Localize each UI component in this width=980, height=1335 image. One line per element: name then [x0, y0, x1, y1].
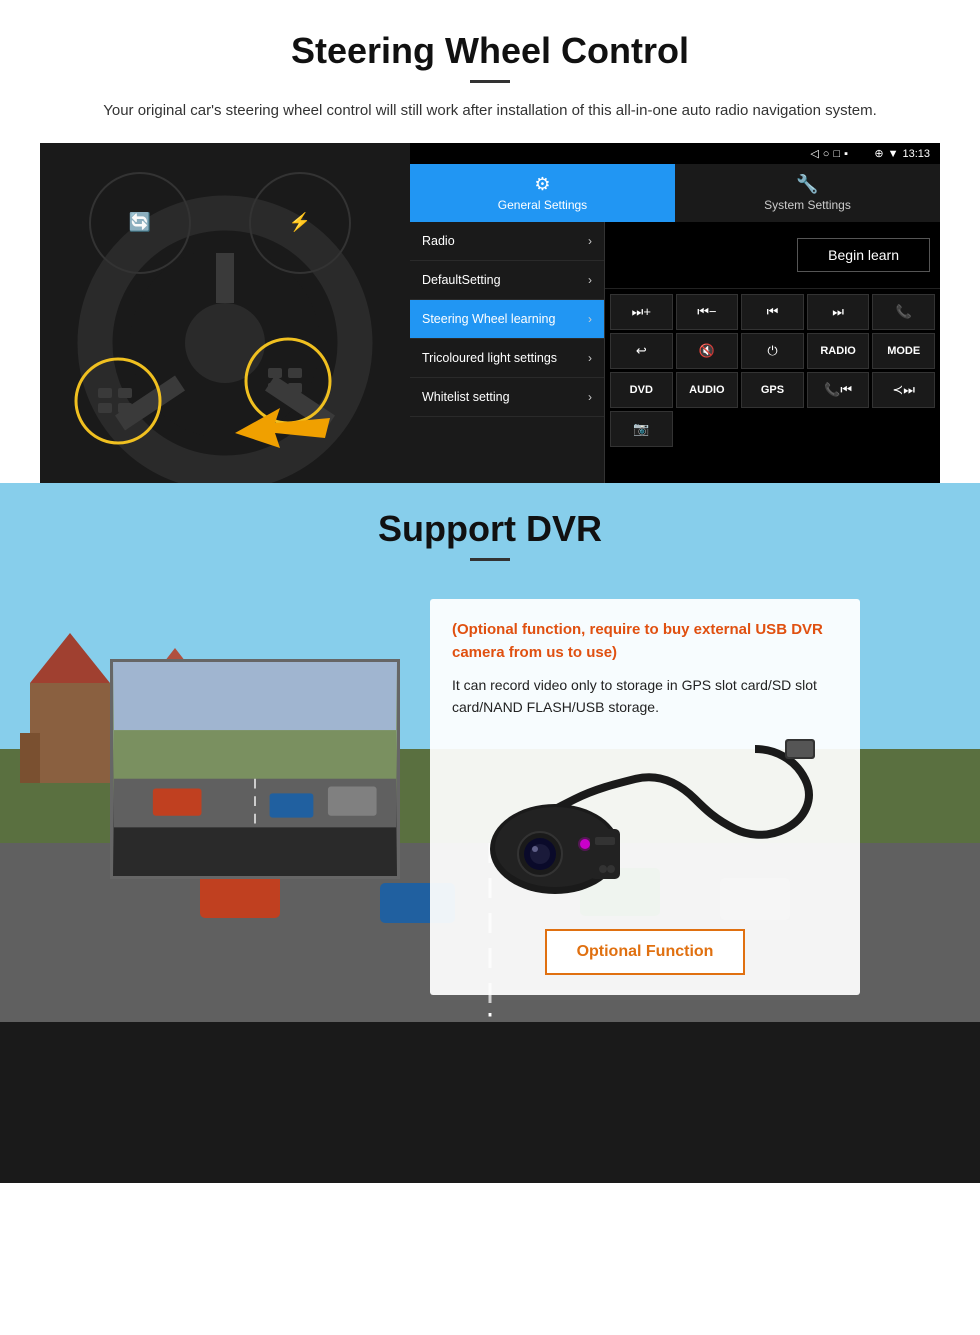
svg-text:⚡: ⚡ — [289, 211, 311, 233]
ctrl-btn-call[interactable]: 📞 — [872, 294, 935, 330]
menu-item-steering-wheel[interactable]: Steering Wheel learning › — [410, 300, 604, 339]
dvr-description-text: It can record video only to storage in G… — [452, 674, 838, 719]
menu-whitelist-label: Whitelist setting — [422, 390, 510, 404]
optional-function-button[interactable]: Optional Function — [545, 929, 746, 975]
dvr-title: Support DVR — [378, 508, 602, 550]
tab-system-label: System Settings — [764, 198, 851, 212]
menu-nav-icon[interactable]: ▪ — [844, 148, 848, 160]
dvr-divider — [470, 558, 510, 561]
time-display: 13:13 — [902, 148, 930, 160]
android-ui-mockup: 🔄 ⚡ ◁ ○ □ ▪ ⊕ ▼ 13:13 — [40, 143, 940, 483]
android-content: Radio › DefaultSetting › Steering Wheel … — [410, 222, 940, 483]
status-icons: ◁ ○ □ ▪ ⊕ ▼ 13:13 — [810, 147, 930, 160]
ctrl-btn-dvd[interactable]: DVD — [610, 372, 673, 408]
chevron-icon: › — [588, 312, 592, 326]
menu-item-default-setting[interactable]: DefaultSetting › — [410, 261, 604, 300]
tab-general-settings[interactable]: ⚙ General Settings — [410, 164, 675, 222]
ctrl-btn-next-track[interactable]: ≺⏭ — [872, 372, 935, 408]
ctrl-btn-next[interactable]: ⏭ — [807, 294, 870, 330]
steering-wheel-bg: 🔄 ⚡ — [40, 143, 410, 483]
ctrl-btn-mute[interactable]: 🔇 — [676, 333, 739, 369]
ctrl-btn-gps[interactable]: GPS — [741, 372, 804, 408]
section-steering-wheel: Steering Wheel Control Your original car… — [0, 0, 980, 483]
menu-item-radio[interactable]: Radio › — [410, 222, 604, 261]
menu-item-whitelist[interactable]: Whitelist setting › — [410, 378, 604, 417]
begin-learn-row: Begin learn — [605, 222, 940, 289]
ctrl-btn-mode[interactable]: MODE — [872, 333, 935, 369]
menu-list: Radio › DefaultSetting › Steering Wheel … — [410, 222, 605, 483]
ctrl-btn-prev[interactable]: ⏮ — [741, 294, 804, 330]
chevron-icon: › — [588, 273, 592, 287]
subtitle-text: Your original car's steering wheel contr… — [60, 99, 920, 123]
back-nav-icon[interactable]: ◁ — [810, 147, 818, 160]
chevron-icon: › — [588, 390, 592, 404]
control-panel: Begin learn ⏭+ ⏮− ⏮ ⏭ 📞 ↩ 🔇 ⏻ R — [605, 222, 940, 483]
control-buttons-grid: ⏭+ ⏮− ⏮ ⏭ 📞 ↩ 🔇 ⏻ RADIO MODE DVD AUDIO — [605, 289, 940, 452]
inset-scene — [113, 662, 397, 876]
home-nav-icon[interactable]: ○ — [823, 148, 830, 160]
ctrl-btn-vol-down[interactable]: ⏮− — [676, 294, 739, 330]
ctrl-btn-extra[interactable]: 📷 — [610, 411, 673, 447]
tab-system-settings[interactable]: 🔧 System Settings — [675, 164, 940, 222]
wifi-status-icon: ▼ — [888, 148, 899, 160]
android-statusbar: ◁ ○ □ ▪ ⊕ ▼ 13:13 — [410, 143, 940, 164]
ctrl-btn-call-prev[interactable]: 📞⏮ — [807, 372, 870, 408]
dvr-camera-area — [452, 729, 838, 909]
ctrl-btn-radio[interactable]: RADIO — [807, 333, 870, 369]
menu-radio-label: Radio — [422, 234, 455, 248]
ctrl-btn-back[interactable]: ↩ — [610, 333, 673, 369]
menu-tricoloured-label: Tricoloured light settings — [422, 351, 557, 365]
ctrl-btn-audio[interactable]: AUDIO — [676, 372, 739, 408]
page-title: Steering Wheel Control — [40, 30, 940, 72]
gps-status-icon: ⊕ — [874, 147, 883, 160]
steering-wheel-svg: 🔄 ⚡ — [40, 143, 410, 483]
general-settings-icon: ⚙ — [534, 174, 550, 195]
ctrl-btn-vol-up[interactable]: ⏭+ — [610, 294, 673, 330]
android-panel: ◁ ○ □ ▪ ⊕ ▼ 13:13 ⚙ General Settings — [410, 143, 940, 483]
overlay-content: Support DVR — [0, 483, 980, 1183]
begin-learn-button[interactable]: Begin learn — [797, 238, 930, 272]
title-divider — [470, 80, 510, 83]
chevron-icon: › — [588, 234, 592, 248]
chevron-icon: › — [588, 351, 592, 365]
tab-general-label: General Settings — [498, 198, 587, 212]
dvr-inset-photo — [110, 659, 400, 879]
menu-default-label: DefaultSetting — [422, 273, 501, 287]
dvr-camera-svg — [475, 729, 815, 909]
section-dvr: Support DVR — [0, 483, 980, 1183]
system-settings-icon: 🔧 — [796, 174, 818, 195]
dvr-optional-text: (Optional function, require to buy exter… — [452, 619, 838, 664]
ctrl-btn-power[interactable]: ⏻ — [741, 333, 804, 369]
svg-text:🔄: 🔄 — [129, 211, 151, 232]
recents-nav-icon[interactable]: □ — [833, 148, 840, 160]
inset-scene-svg — [113, 662, 397, 876]
menu-item-tricoloured[interactable]: Tricoloured light settings › — [410, 339, 604, 378]
steering-wheel-image: 🔄 ⚡ — [40, 143, 410, 483]
dvr-info-card: (Optional function, require to buy exter… — [430, 599, 860, 995]
dvr-main-content: (Optional function, require to buy exter… — [0, 569, 980, 1183]
android-tabs: ⚙ General Settings 🔧 System Settings — [410, 164, 940, 222]
dvr-title-area: Support DVR — [0, 483, 980, 569]
menu-steering-label: Steering Wheel learning — [422, 312, 555, 326]
